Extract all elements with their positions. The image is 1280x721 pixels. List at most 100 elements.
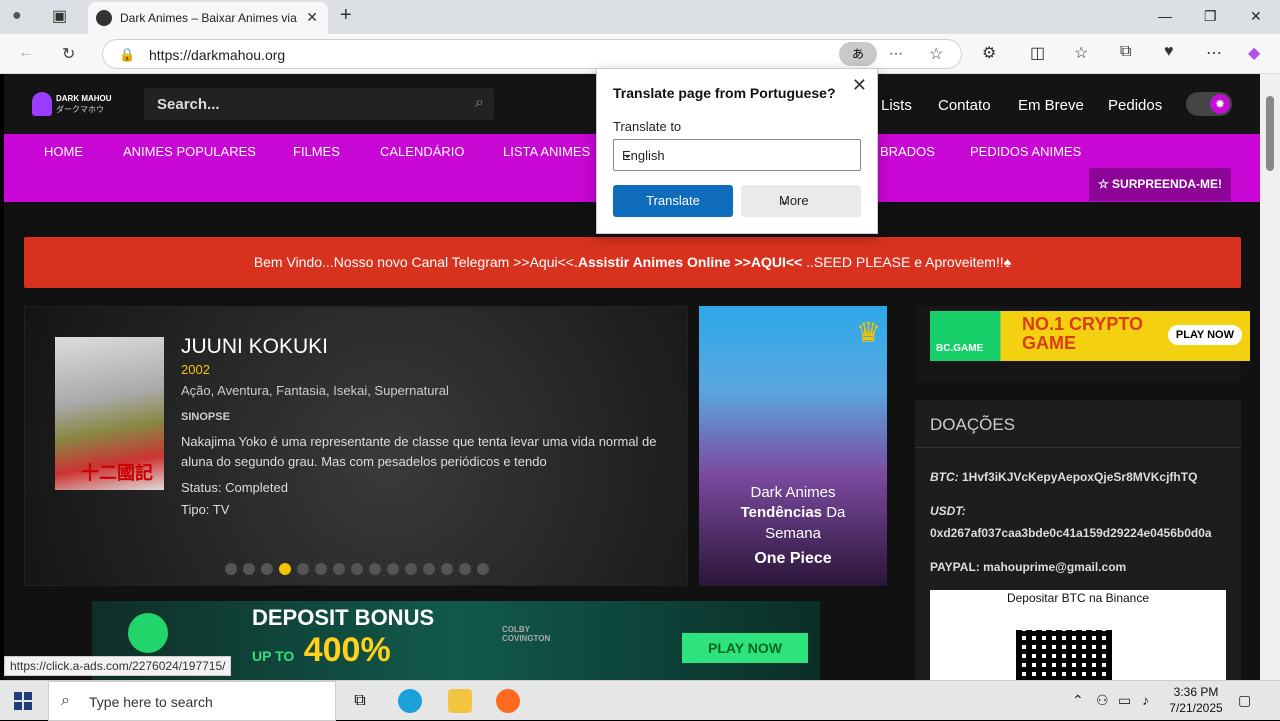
collections-icon[interactable]: ⧉	[1120, 43, 1131, 61]
slider-dot[interactable]	[423, 563, 435, 575]
nav-brados[interactable]: BRADOS	[880, 144, 935, 159]
profile-icon[interactable]: ●	[12, 7, 22, 25]
tab-active[interactable]: Dark Animes – Baixar Animes via Torrent …	[88, 2, 328, 34]
search-icon: ⌕	[61, 692, 70, 709]
slider-dot[interactable]	[441, 563, 453, 575]
tab-actions-icon[interactable]: ▣	[52, 6, 67, 26]
firefox-icon[interactable]	[496, 689, 520, 713]
slider-dot[interactable]	[387, 563, 399, 575]
more-button[interactable]: More ⌄	[741, 185, 861, 217]
banner-text-2[interactable]: Assistir Animes Online >>AQUI<<	[578, 254, 802, 270]
favorite-star-icon[interactable]: ☆	[929, 44, 943, 64]
nav-animes-populares[interactable]: ANIMES POPULARES	[123, 144, 256, 159]
translate-popup: Translate page from Portuguese? ✕ Transl…	[596, 68, 878, 234]
lock-icon[interactable]: 🔒	[119, 47, 135, 63]
banner-text-1[interactable]: Bem Vindo...Nosso novo Canal Telegram >>…	[254, 254, 578, 270]
taskbar-search[interactable]: ⌕ Type here to search	[48, 681, 336, 721]
tray-device-icon[interactable]: ⚇	[1096, 692, 1109, 709]
page-scrollbar[interactable]	[1260, 74, 1280, 680]
nav-lista-animes[interactable]: LISTA ANIMES	[503, 144, 590, 159]
slider-dot[interactable]	[477, 563, 489, 575]
edge-icon[interactable]	[398, 689, 422, 713]
anime-type: Tipo: TV	[181, 502, 230, 517]
slider-dot[interactable]	[351, 563, 363, 575]
nav-pedidos-animes[interactable]: PEDIDOS ANIMES	[970, 144, 1081, 159]
more-menu-icon[interactable]: ⋯	[1206, 43, 1222, 63]
deposit-ad-percent: 400%	[303, 631, 391, 669]
deposit-ad-play-button[interactable]: PLAY NOW	[682, 633, 808, 663]
translate-close-icon[interactable]: ✕	[852, 75, 867, 96]
nav-home[interactable]: HOME	[44, 144, 83, 159]
usdt-label-text: USDT:	[930, 504, 966, 518]
translate-title: Translate page from Portuguese?	[613, 85, 836, 101]
top-link-em-breve[interactable]: Em Breve	[1018, 97, 1084, 114]
slider-dot[interactable]	[225, 563, 237, 575]
start-button[interactable]	[14, 692, 32, 710]
featured-slider[interactable]: 十二國記 JUUNI KOKUKI 2002 Ação, Aventura, F…	[24, 306, 688, 586]
slider-dot[interactable]	[405, 563, 417, 575]
donations-title: DOAÇÕES	[930, 415, 1016, 434]
slider-dot[interactable]	[315, 563, 327, 575]
banner-text-3: ..SEED PLEASE e Aproveitem!!♠	[802, 254, 1012, 270]
back-icon[interactable]: ←	[18, 44, 34, 62]
language-select[interactable]: English ⌄	[613, 139, 861, 171]
site-search-input[interactable]: Search... ⌕	[144, 88, 494, 120]
translate-button[interactable]: Translate	[613, 185, 733, 217]
surprise-me-button[interactable]: ☆ SURPREENDA-ME!	[1089, 168, 1231, 201]
slider-dot[interactable]	[459, 563, 471, 575]
welcome-banner[interactable]: Bem Vindo...Nosso novo Canal Telegram >>…	[24, 237, 1241, 288]
deposit-ad-bonus: UP TO 400%	[252, 631, 391, 670]
performance-icon[interactable]: ♥	[1164, 43, 1174, 61]
taskbar-clock[interactable]: 3:36 PM 7/21/2025	[1164, 684, 1228, 716]
top-link-lists[interactable]: Lists	[881, 97, 912, 114]
volume-icon[interactable]: ♪	[1142, 692, 1149, 708]
slider-dot[interactable]	[243, 563, 255, 575]
slider-dot[interactable]	[279, 563, 291, 575]
favorites-icon[interactable]: ☆	[1074, 43, 1088, 63]
site-favicon-icon	[96, 10, 112, 26]
anime-poster[interactable]: 十二國記	[55, 337, 164, 490]
anime-title[interactable]: JUUNI KOKUKI	[181, 335, 328, 359]
deposit-ad-headline: DEPOSIT BONUS	[252, 605, 435, 630]
nav-calendario[interactable]: CALENDÁRIO	[380, 144, 465, 159]
network-icon[interactable]: ▭	[1118, 692, 1131, 709]
extensions-icon[interactable]: ⚙	[982, 43, 996, 63]
minimize-icon[interactable]: —	[1158, 8, 1172, 24]
split-screen-icon[interactable]: ◫	[1030, 43, 1045, 63]
restore-icon[interactable]: ❐	[1204, 8, 1217, 25]
new-tab-icon[interactable]: +	[340, 4, 352, 27]
slider-dot[interactable]	[369, 563, 381, 575]
window-close-icon[interactable]: ✕	[1250, 8, 1262, 25]
site-logo[interactable]: DARK MAHOU ダークマホウ	[32, 92, 112, 118]
settings-gear-icon: ✹	[1210, 94, 1230, 114]
usdt-address: 0xd267af037caa3bde0c41a159d29224e0456b0d…	[930, 526, 1212, 540]
top-link-pedidos[interactable]: Pedidos	[1108, 97, 1162, 114]
tab-close-icon[interactable]: ✕	[306, 9, 318, 26]
tray-chevron-icon[interactable]: ⌃	[1072, 692, 1084, 709]
refresh-icon[interactable]: ↻	[62, 44, 75, 64]
file-explorer-icon[interactable]	[448, 689, 472, 713]
trending-card[interactable]: ♛ Dark Animes Tendências Da Semana One P…	[699, 306, 887, 586]
copilot-icon[interactable]: ◆	[1248, 43, 1260, 63]
translate-icon[interactable]: あ	[839, 42, 877, 66]
poster-title: 十二國記	[81, 463, 153, 483]
trend-anime-name[interactable]: One Piece	[699, 550, 887, 568]
bc-ad-play-button[interactable]: PLAY NOW	[1167, 325, 1242, 345]
notification-icon[interactable]: ▢	[1238, 692, 1251, 709]
status-bar-url: https://click.a-ads.com/2276024/197715/	[4, 656, 232, 676]
ghost-logo-icon	[32, 92, 52, 116]
bc-game-ad[interactable]: BC.GAME NO.1 CRYPTO GAME PLAY NOW	[930, 311, 1250, 361]
tab-title: Dark Animes – Baixar Animes via Torrent	[120, 11, 300, 25]
slider-dot[interactable]	[261, 563, 273, 575]
nav-filmes[interactable]: FILMES	[293, 144, 340, 159]
scroll-thumb[interactable]	[1266, 96, 1274, 171]
theme-toggle[interactable]: ✹	[1186, 92, 1232, 116]
reading-icon[interactable]: ⋯	[889, 45, 903, 62]
trend-line-2-rest: Da	[822, 504, 846, 521]
search-icon[interactable]: ⌕	[475, 94, 484, 112]
slider-dot[interactable]	[333, 563, 345, 575]
top-link-contato[interactable]: Contato	[938, 97, 991, 114]
task-view-icon[interactable]: ⧉	[348, 689, 372, 713]
address-bar[interactable]: 🔒 https://darkmahou.org あ ⋯ ☆	[102, 39, 962, 69]
slider-dot[interactable]	[297, 563, 309, 575]
